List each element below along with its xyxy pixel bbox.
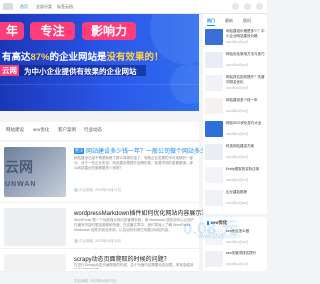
article-date: 2023年04月03日 — [89, 279, 117, 283]
tab-latest[interactable]: 最新 — [225, 18, 233, 24]
tab-seo[interactable]: seo优化 — [33, 127, 49, 133]
nav-home[interactable]: 首页 — [20, 3, 28, 10]
sidebar-article[interactable]: 网站优化常用方法与技巧 2023年04月02日 — [205, 52, 265, 74]
tab-website-building[interactable]: 网站建设 — [6, 127, 24, 133]
tab-random[interactable]: 随机 — [243, 18, 251, 24]
hot-tabs: 热门 最新 随机 — [205, 17, 265, 26]
banner-highlight: 没有效果的！ — [106, 52, 164, 63]
sidebar-article-date: 2023年04月04日 — [226, 109, 249, 113]
sidebar-article[interactable]: 网站建设多少钱一年 2023年04月04日 — [205, 98, 265, 120]
article-title-text: 网站建设多少钱一年？一般公司做个网站多少钱？ — [86, 149, 219, 155]
sidebar-article-title[interactable]: Entity框架的实际应用 — [226, 167, 265, 176]
main-content: 年 专注 影响力 有高达87%的企业网站是没有效果的！ 云网 为中小企业提供有效… — [0, 14, 218, 283]
banner-text: 的企业网站是 — [49, 52, 107, 63]
author-avatar — [74, 239, 78, 243]
sidebar-thumbnail[interactable] — [205, 121, 223, 137]
sidebar-thumbnail[interactable] — [205, 75, 223, 91]
article-meta: 中云网络 2023年04月02日 — [74, 239, 121, 244]
site-logo[interactable] — [3, 3, 13, 10]
article-excerpt: 在进行Scrapy动态页面爬取的时候，由于页面内容需要动态加载，常常会碰到各种各… — [74, 263, 194, 269]
sidebar-article[interactable]: 网站排名如何提升？关键词排名优化 2023年04月03日 — [205, 75, 265, 97]
article-meta: 中云网络 2023年04月01日 — [74, 188, 121, 193]
sidebar-thumbnail[interactable] — [205, 167, 223, 183]
sidebar-article-title[interactable]: 网站排名如何提升？关键词排名优化 — [226, 75, 265, 84]
menu-icon[interactable] — [256, 3, 263, 10]
sidebar-thumbnail[interactable] — [205, 29, 223, 45]
top-navigation-bar: 首页 全部分类 标签云档 — [0, 0, 267, 14]
banner-highlight: 87% — [30, 52, 50, 63]
tab-industry-news[interactable]: 行业动态 — [84, 127, 102, 133]
sidebar-article-title[interactable]: 网站优化常用方法与技巧 — [226, 52, 265, 61]
nav-tag-cloud[interactable]: 标签云档 — [57, 3, 73, 10]
article-excerpt: WordPress 是一个功能强大的内容管理系统，而 Markdown 插件则可… — [74, 218, 195, 232]
sidebar-article-title[interactable]: 网站建设价格是多少？中小企业网站建设价格 — [226, 29, 265, 38]
sidebar-thumbnail[interactable] — [205, 251, 223, 267]
banner-text: 有高达 — [2, 52, 31, 63]
sidebar-article-date: 2023年04月07日 — [226, 178, 249, 182]
article-thumbnail[interactable] — [4, 208, 66, 246]
hero-banner[interactable]: 年 专注 影响力 有高达87%的企业网站是没有效果的！ 云网 为中小企业提供有效… — [0, 14, 199, 111]
banner-subtext: 为中小企业提供有效果的企业网站 — [24, 67, 137, 76]
tab-hot[interactable]: 热门 — [207, 18, 215, 26]
sidebar-thumbnail[interactable] — [205, 98, 223, 114]
thumbnail-subtext: UNWAN — [5, 181, 37, 188]
article-card[interactable]: 云网 UNWAN 置顶 网站建设多少钱一年？一般公司做个网站多少钱？ 网站建设已经… — [0, 142, 218, 203]
sidebar-article[interactable]: 企业建站推荐 2023年04月08日 — [205, 190, 265, 212]
article-author[interactable]: 中云网络 — [79, 239, 93, 243]
sidebar-article[interactable]: 网站建设价格是多少？中小企业网站建设价格 2023年04月01日 — [205, 29, 265, 51]
article-card[interactable]: scrapy动态页面爬取的时候的问题？ 在进行Scrapy动态页面爬取的时候，由… — [0, 249, 199, 283]
sidebar-article-date: 2023年04月03日 — [226, 86, 249, 90]
hot-articles-widget: 热门 最新 随机 网站建设价格是多少？中小企业网站建设价格 2023年04月01… — [203, 14, 267, 214]
author-avatar — [74, 188, 78, 192]
sidebar-article[interactable]: 科技网站建设方案 2023年04月06日 — [205, 144, 265, 166]
article-title[interactable]: scrapy动态页面爬取的时候的问题？ — [74, 254, 170, 263]
sidebar-thumbnail[interactable] — [205, 190, 223, 206]
article-author[interactable]: 中云网络 — [79, 188, 93, 192]
sidebar-article-title[interactable]: 企业建站推荐 — [226, 190, 265, 199]
sidebar-article[interactable]: Entity框架的实际应用 2023年04月07日 — [205, 167, 265, 189]
banner-tag: 云网 — [0, 65, 19, 76]
pinned-badge: 置顶 — [74, 148, 84, 154]
banner-word: 影响力 — [82, 22, 136, 40]
sidebar-thumbnail[interactable] — [205, 144, 223, 160]
sidebar-article-date: 2023年04月01日 — [226, 40, 249, 44]
sidebar-article-date: 2023年04月08日 — [226, 201, 249, 205]
banner-headline: 有高达87%的企业网站是没有效果的！ — [2, 49, 164, 63]
banner-subline: 云网 为中小企业提供有效果的企业网站 — [0, 65, 146, 76]
sidebar-article-date: 2023年04月05日 — [226, 132, 249, 136]
article-author[interactable]: 中云网络 — [74, 279, 88, 283]
banner-divider — [0, 84, 199, 85]
sidebar-article-date: 2023年04月06日 — [226, 155, 249, 159]
sidebar-article-date: 2023年04月09日 — [226, 240, 249, 244]
article-card[interactable]: wordpressMarkdown插件如何优化网站内容展示？ WordPress… — [0, 203, 207, 249]
article-thumbnail[interactable]: 云网 UNWAN — [4, 147, 66, 197]
sidebar-thumbnail[interactable] — [205, 52, 223, 68]
watermark-url: www.zhuyun.cn — [198, 234, 240, 240]
article-thumbnail[interactable] — [4, 254, 66, 271]
article-excerpt: 网站建设已经不再是新鲜了那么简单的话了，而是企业发展的不可或缺的一部分。对于一些… — [74, 156, 193, 170]
tab-cases[interactable]: 客户案例 — [58, 127, 76, 133]
sidebar-article-title[interactable]: 科技网站建设方案 — [226, 144, 265, 153]
thumbnail-text: 云网 — [5, 159, 33, 175]
article-meta: 中云网络 2023年04月03日 — [74, 279, 116, 284]
sidebar-article-title[interactable]: seo关键词排名提升 — [226, 251, 265, 260]
sidebar-article[interactable]: seo关键词排名提升 2023年04月10日 — [205, 251, 265, 273]
article-title[interactable]: 置顶 网站建设多少钱一年？一般公司做个网站多少钱？ — [74, 146, 218, 155]
sidebar-article-title[interactable]: 网站SEO优化技巧大全 — [226, 121, 265, 130]
nav-all-categories[interactable]: 全部分类 — [36, 3, 52, 10]
banner-word: 专注 — [30, 22, 75, 40]
search-icon[interactable] — [232, 3, 239, 10]
article-date: 2023年04月02日 — [94, 239, 122, 243]
banner-word: 年 — [0, 22, 24, 40]
sidebar-article-date: 2023年04月10日 — [226, 262, 249, 266]
sidebar-article-title[interactable]: 网站建设多少钱一年 — [226, 98, 265, 107]
user-icon[interactable] — [244, 3, 251, 10]
article-date: 2023年04月01日 — [94, 188, 122, 192]
sidebar-article[interactable]: 网站SEO优化技巧大全 2023年04月05日 — [205, 121, 265, 143]
category-tabs: 网站建设 seo优化 客户案例 行业动态 — [0, 122, 199, 141]
sidebar-article-date: 2023年04月02日 — [226, 63, 249, 67]
